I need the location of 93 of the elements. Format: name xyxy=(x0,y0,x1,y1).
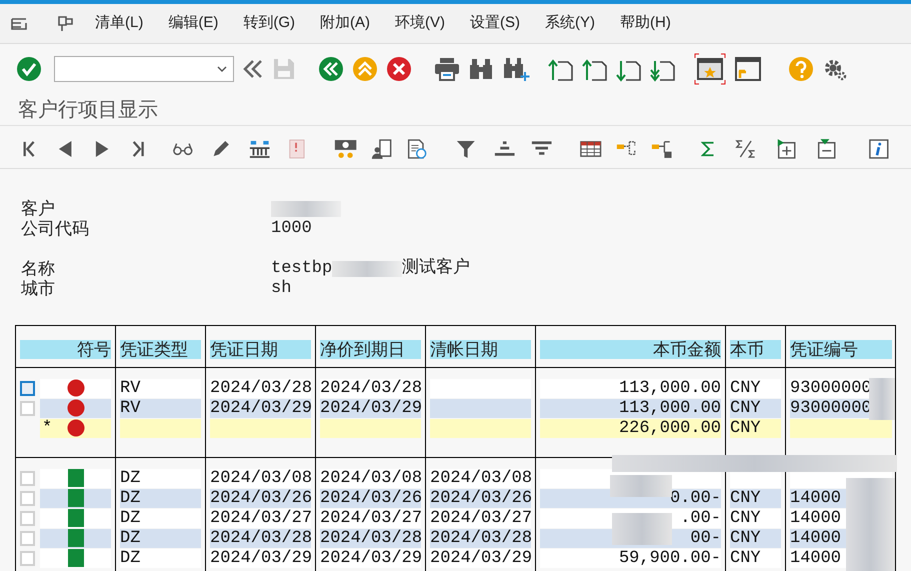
total-marker: * xyxy=(42,418,52,438)
field-label: 名称 xyxy=(21,259,56,279)
table-cell: 2024/03/27 xyxy=(430,508,531,528)
menu-item[interactable]: 帮助(H) xyxy=(620,12,671,35)
column-header[interactable]: 本币 xyxy=(730,340,781,359)
screen-title: 客户行项目显示 xyxy=(18,98,158,122)
menu-icon[interactable] xyxy=(11,16,27,30)
blur-mask xyxy=(610,475,672,497)
table-cell: DZ xyxy=(120,528,201,548)
next-icon[interactable] xyxy=(94,138,109,158)
table-cell: CNY xyxy=(730,398,781,418)
back-icon[interactable] xyxy=(318,56,344,82)
menu-item[interactable]: 编辑(E) xyxy=(168,12,218,35)
info-icon[interactable] xyxy=(869,138,889,160)
subtotal-icon[interactable] xyxy=(735,138,756,160)
column-header[interactable]: 清帐日期 xyxy=(430,340,531,359)
field-value: 1000 xyxy=(271,219,312,239)
table-cell: 113,000.00 xyxy=(540,398,721,418)
column-header[interactable]: 凭证日期 xyxy=(210,340,311,359)
table-cell: 2024/03/08 xyxy=(210,468,311,488)
column-header[interactable]: 凭证编号 xyxy=(790,340,892,359)
table-cell: 2024/03/29 xyxy=(210,548,311,568)
table-cell: 2024/03/26 xyxy=(210,488,311,508)
table-cell: CNY xyxy=(730,488,781,508)
table-cell: CNY xyxy=(730,418,781,438)
field-label: 公司代码 xyxy=(21,219,90,239)
table-cell: DZ xyxy=(120,488,201,508)
field-label: 客户 xyxy=(21,199,56,219)
table-cell: 2024/03/28 xyxy=(210,378,311,398)
blur-mask xyxy=(612,513,672,545)
print-icon[interactable] xyxy=(434,57,460,81)
table-cell: DZ xyxy=(120,508,201,528)
menu-item[interactable]: 清单(L) xyxy=(95,12,144,35)
table-cell: 2024/03/28 xyxy=(210,528,311,548)
field-label: 城市 xyxy=(21,279,56,299)
cancel-icon[interactable] xyxy=(386,56,412,82)
table-cell: RV xyxy=(120,398,201,418)
column-header[interactable]: 凭证类型 xyxy=(120,340,201,359)
table-cell: RV xyxy=(120,378,201,398)
document-globe-icon[interactable] xyxy=(406,136,428,160)
expand-icon[interactable] xyxy=(776,136,798,160)
person-document-icon[interactable] xyxy=(371,136,392,160)
table-cell: CNY xyxy=(730,548,781,568)
table-icon[interactable] xyxy=(580,138,602,158)
last-page-icon[interactable] xyxy=(130,138,146,158)
table-cell: 2024/03/27 xyxy=(210,508,311,528)
table-cell: CNY xyxy=(730,528,781,548)
table-cell: 2024/03/28 xyxy=(430,528,531,548)
command-field[interactable] xyxy=(54,56,234,82)
collapse-icon[interactable] xyxy=(816,136,838,160)
menu-item[interactable]: 转到(G) xyxy=(243,12,296,35)
table-cell: 2024/03/26 xyxy=(430,488,531,508)
column-header[interactable]: 本币金额 xyxy=(540,340,721,359)
field-value: sh xyxy=(271,279,292,299)
blur-mask xyxy=(869,378,895,420)
layout-icon[interactable] xyxy=(57,14,75,32)
table-cell: DZ xyxy=(120,548,201,568)
menu-item[interactable]: 附加(A) xyxy=(320,12,370,35)
table-cell: DZ xyxy=(120,468,201,488)
table-cell: 2024/03/29 xyxy=(430,548,531,568)
document-error-icon[interactable] xyxy=(288,138,306,160)
table-cell: 2024/03/08 xyxy=(430,468,531,488)
window-star-icon[interactable] xyxy=(694,53,726,85)
binoculars-icon[interactable] xyxy=(468,57,494,81)
first-page-icon[interactable] xyxy=(22,138,36,158)
dropdown-icon[interactable] xyxy=(217,66,227,72)
table-cell: 2024/03/29 xyxy=(320,398,421,418)
align-center-icon[interactable] xyxy=(494,138,515,158)
column-header[interactable]: 符号 xyxy=(20,340,111,359)
table-cell: CNY xyxy=(730,508,781,528)
previous-icon[interactable] xyxy=(58,138,73,158)
menu-item[interactable]: 设置(S) xyxy=(470,12,520,35)
table-cell: 2024/03/27 xyxy=(320,508,421,528)
double-chevron-icon[interactable] xyxy=(242,58,264,80)
table-cell: CNY xyxy=(730,378,781,398)
menu-item[interactable]: 环境(V) xyxy=(395,12,446,35)
row-checkbox[interactable] xyxy=(20,380,35,396)
column-header[interactable]: 净价到期日 xyxy=(320,340,421,359)
table-cell: 2024/03/29 xyxy=(210,398,311,418)
table-cell: 59,900.00- xyxy=(540,548,721,568)
table-cell: 2024/03/08 xyxy=(320,468,421,488)
menu-item[interactable]: 系统(Y) xyxy=(545,12,596,35)
table-cell: 2024/03/28 xyxy=(320,378,421,398)
confirm-icon[interactable] xyxy=(16,56,42,82)
field-value: 测试客户 xyxy=(402,259,470,279)
table-cell: 2024/03/26 xyxy=(320,488,421,508)
field-value: testbp xyxy=(271,259,332,279)
table-cell: 226,000.00 xyxy=(540,418,721,438)
binoculars-plus-icon[interactable] xyxy=(502,56,530,82)
table-cell: 2024/03/28 xyxy=(320,528,421,548)
glasses-icon[interactable] xyxy=(173,142,193,156)
table-cell: 113,000.00 xyxy=(540,378,721,398)
table-cell: 2024/03/29 xyxy=(320,548,421,568)
